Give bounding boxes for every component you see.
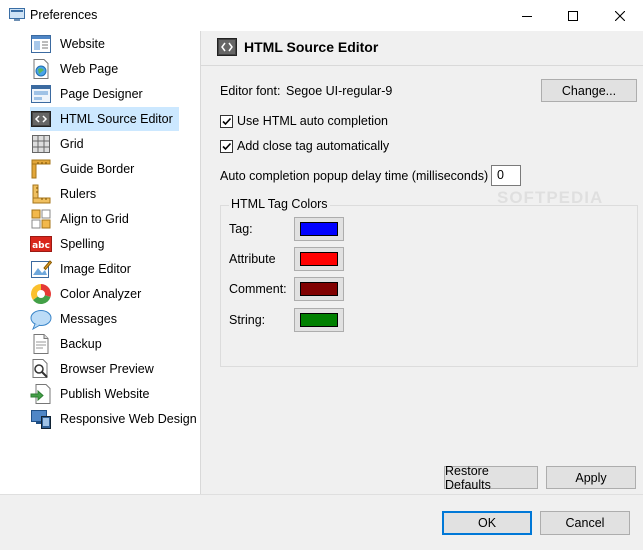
browser-preview-icon [32,359,48,378]
sidebar-item-label: Grid [60,137,84,151]
restore-defaults-button[interactable]: Restore Defaults [444,464,538,492]
preferences-window-icon [9,8,25,21]
sidebar-item-backup[interactable]: Backup [30,332,108,356]
sidebar-item-label: Image Editor [60,262,131,276]
sidebar-item-label: Browser Preview [60,362,154,376]
html-auto-completion-label[interactable]: Use HTML auto completion [237,114,388,128]
sidebar-item-website[interactable]: Website [30,32,111,56]
sidebar-item-web-page[interactable]: Web Page [30,57,124,81]
spelling-icon: abc [30,236,52,252]
preferences-window: Preferences Website Web Page Page Design… [0,0,643,550]
add-close-tag-label[interactable]: Add close tag automatically [237,139,389,153]
sidebar-item-color-analyzer[interactable]: Color Analyzer [30,282,147,306]
sidebar-item-label: Web Page [60,62,119,76]
sidebar-item-label: HTML Source Editor [60,112,173,126]
guide-border-icon [31,159,51,179]
sidebar-item-browser-preview[interactable]: Browser Preview [30,357,160,381]
comment-color-button[interactable] [294,277,344,301]
comment-color-label: Comment: [229,282,287,296]
sidebar-item-label: Publish Website [60,387,150,401]
checkmark-icon [222,117,232,126]
sidebar-item-rulers[interactable]: Rulers [30,182,102,206]
cancel-button[interactable]: Cancel [540,511,630,535]
change-font-button[interactable]: Change... [541,79,637,102]
settings-panel: HTML Source Editor Editor font: Segoe UI… [201,31,643,494]
title-bar: Preferences [0,0,643,31]
align-to-grid-icon [31,209,51,229]
tag-color-label: Tag: [229,222,253,236]
sidebar-item-label: Messages [60,312,117,326]
panel-header: HTML Source Editor [201,31,643,66]
sidebar-item-grid[interactable]: Grid [30,132,90,156]
color-analyzer-icon [30,284,51,304]
messages-icon [30,310,52,330]
sidebar-item-label: Responsive Web Design [60,412,197,426]
maximize-icon [568,10,578,21]
sidebar-item-responsive-web-design[interactable]: Responsive Web Design [30,407,203,431]
string-color-button[interactable] [294,308,344,332]
editor-font-label: Editor font: [220,84,281,98]
panel-title: HTML Source Editor [244,39,379,55]
sidebar-item-messages[interactable]: Messages [30,307,123,331]
popup-delay-label: Auto completion popup delay time (millis… [220,169,489,183]
image-editor-icon [31,260,52,278]
grid-icon [32,135,50,153]
comment-color-swatch [300,282,338,296]
publish-website-icon [30,384,51,404]
add-close-tag-checkbox[interactable] [220,140,233,153]
sidebar-item-label: Align to Grid [60,212,129,226]
checkmark-icon [222,142,232,151]
tag-color-swatch [300,222,338,236]
sidebar-item-page-designer[interactable]: Page Designer [30,82,149,106]
string-color-swatch [300,313,338,327]
sidebar-item-label: Color Analyzer [60,287,142,301]
dialog-footer: OK Cancel [0,494,643,550]
sidebar-item-align-to-grid[interactable]: Align to Grid [30,207,135,231]
window-title: Preferences [30,8,98,22]
close-button[interactable] [597,0,643,31]
sidebar-item-guide-border[interactable]: Guide Border [30,157,140,181]
web-page-icon [33,59,49,79]
svg-text:abc: abc [32,241,50,251]
html-source-editor-icon [217,38,237,56]
rulers-icon [32,184,51,204]
html-auto-completion-checkbox[interactable] [220,115,233,128]
page-designer-icon [31,85,51,103]
sidebar-item-image-editor[interactable]: Image Editor [30,257,137,281]
backup-icon [33,334,49,354]
preferences-category-list: Website Web Page Page Designer HTML Sour… [0,31,200,494]
sidebar-item-publish-website[interactable]: Publish Website [30,382,155,406]
sidebar-item-label: Spelling [60,237,105,251]
maximize-button[interactable] [550,0,596,31]
string-color-label: String: [229,313,266,327]
sidebar-item-spelling[interactable]: abc Spelling [30,232,110,256]
sidebar-item-label: Page Designer [60,87,143,101]
sidebar-item-html-source-editor[interactable]: HTML Source Editor [30,107,179,131]
ok-button[interactable]: OK [442,511,532,535]
attribute-color-button[interactable] [294,247,344,271]
sidebar-item-label: Website [60,37,105,51]
attribute-color-label: Attribute [229,252,276,266]
minimize-icon [522,15,532,17]
website-icon [31,35,51,53]
sidebar-item-label: Guide Border [60,162,135,176]
minimize-button[interactable] [504,0,550,31]
html-source-editor-icon [31,111,51,127]
popup-delay-input[interactable]: 0 [491,165,521,186]
close-icon [615,10,625,21]
responsive-web-design-icon [31,410,51,429]
html-tag-colors-title: HTML Tag Colors [229,197,330,211]
sidebar-item-label: Rulers [60,187,97,201]
tag-color-button[interactable] [294,217,344,241]
attribute-color-swatch [300,252,338,266]
apply-button[interactable]: Apply [546,466,636,489]
editor-font-value: Segoe UI-regular-9 [286,84,393,98]
sidebar-item-label: Backup [60,337,102,351]
